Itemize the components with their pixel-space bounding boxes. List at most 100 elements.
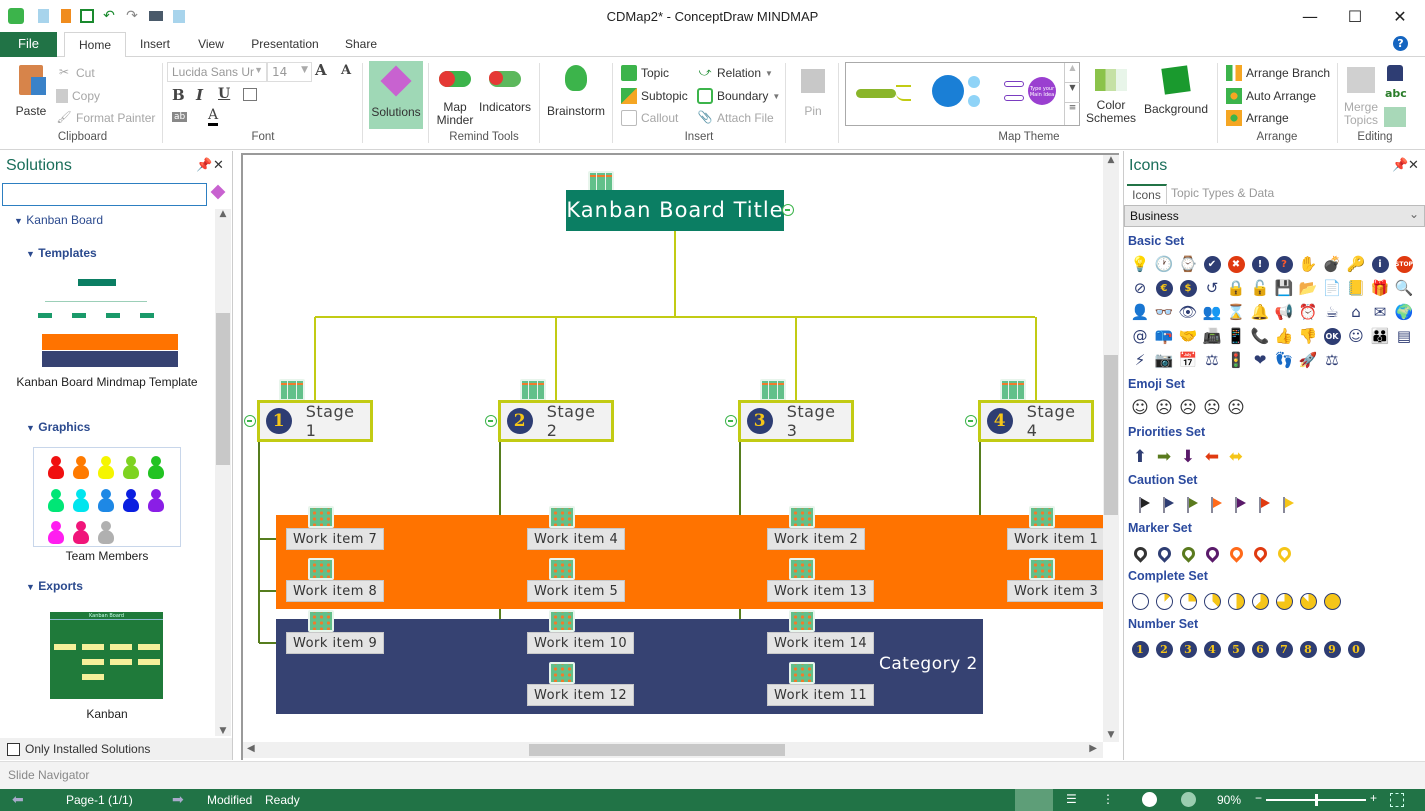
slide-navigator[interactable]: Slide Navigator xyxy=(0,761,1425,789)
work-item-icon[interactable] xyxy=(789,506,815,528)
close-button[interactable]: ✕ xyxy=(1385,4,1415,28)
emoji-icon[interactable]: ☹ xyxy=(1152,398,1176,418)
auto-arrange-button[interactable]: Auto Arrange xyxy=(1226,86,1316,106)
basic-icon[interactable]: 💾 xyxy=(1272,278,1296,298)
work-item[interactable]: Work item 1 xyxy=(1007,528,1106,550)
gallery-up-icon[interactable]: ▲ xyxy=(1065,63,1080,83)
stage-topic[interactable]: 1 Stage 1 xyxy=(257,400,373,442)
tree-view-icon[interactable]: ⋮ xyxy=(1102,792,1114,806)
basic-icon[interactable]: 📒 xyxy=(1344,278,1368,298)
mindmap-canvas[interactable]: Category 2 Kanban Board Title 1 Stage 1 Wo… xyxy=(241,153,1119,760)
basic-icon[interactable]: 🤝 xyxy=(1176,326,1200,346)
tab-icons[interactable]: Icons xyxy=(1127,184,1167,204)
pin-panel-icon[interactable]: 📌 xyxy=(1392,158,1408,173)
flag-icon[interactable] xyxy=(1248,495,1272,515)
priority-arrow-icon[interactable]: ⬇ xyxy=(1176,447,1200,467)
flag-icon[interactable] xyxy=(1128,495,1152,515)
basic-icon[interactable]: 🔍 xyxy=(1392,278,1416,298)
work-item-icon[interactable] xyxy=(789,610,815,632)
basic-icon[interactable]: ▤ xyxy=(1392,326,1416,346)
collapse-icon[interactable] xyxy=(782,204,794,216)
work-item[interactable]: Work item 10 xyxy=(527,632,635,654)
basic-icon[interactable]: ✉ xyxy=(1368,302,1392,322)
marker-icon[interactable] xyxy=(1152,543,1176,563)
background-button[interactable]: Background xyxy=(1142,59,1210,116)
tree-section-graphics[interactable]: ▼ Graphics xyxy=(26,420,90,434)
progress-icon[interactable] xyxy=(1128,591,1152,611)
category-1-boundary[interactable] xyxy=(276,515,1106,609)
basic-icon[interactable]: 📅 xyxy=(1176,350,1200,370)
number-7-icon[interactable]: 7 xyxy=(1272,639,1296,659)
work-item-icon[interactable] xyxy=(549,506,575,528)
basic-icon[interactable]: 🚦 xyxy=(1224,350,1248,370)
number-9-icon[interactable]: 9 xyxy=(1320,639,1344,659)
work-item[interactable]: Work item 8 xyxy=(286,580,385,602)
basic-icon[interactable]: ⌚ xyxy=(1176,254,1200,274)
tab-insert[interactable]: Insert xyxy=(132,32,178,57)
progress-icon[interactable] xyxy=(1272,591,1296,611)
basic-icon[interactable]: 🚀 xyxy=(1296,350,1320,370)
tab-topic-types-data[interactable]: Topic Types & Data xyxy=(1171,186,1274,200)
number-5-icon[interactable]: 5 xyxy=(1224,639,1248,659)
work-item[interactable]: Work item 14 xyxy=(767,632,875,654)
basic-icon[interactable]: 📠 xyxy=(1200,326,1224,346)
collapse-icon[interactable] xyxy=(725,415,737,427)
basic-icon[interactable]: 👓 xyxy=(1152,302,1176,322)
gallery-more-icon[interactable]: ≡ xyxy=(1065,103,1080,123)
theme-3-thumb[interactable]: Type your Main Idea xyxy=(1028,77,1056,105)
mindmap-view-button[interactable] xyxy=(1015,789,1053,811)
number-0-icon[interactable]: 0 xyxy=(1344,639,1368,659)
basic-icon[interactable]: € xyxy=(1152,278,1176,298)
progress-icon[interactable] xyxy=(1296,591,1320,611)
font-color-button[interactable]: A xyxy=(208,108,219,126)
status-indicator-icon[interactable] xyxy=(1181,792,1196,807)
relation-button[interactable]: ⤻ Relation ▼ xyxy=(697,63,773,83)
basic-icon[interactable]: 📂 xyxy=(1296,278,1320,298)
work-item-icon[interactable] xyxy=(308,558,334,580)
fit-page-icon[interactable] xyxy=(1390,793,1404,807)
gallery-down-icon[interactable]: ▼ xyxy=(1065,83,1080,103)
flag-icon[interactable] xyxy=(1224,495,1248,515)
gallery-scroll[interactable]: ▲ ▼ ≡ xyxy=(1064,63,1080,125)
emoji-icon[interactable]: ☺ xyxy=(1128,398,1152,418)
progress-icon[interactable] xyxy=(1248,591,1272,611)
callout-button[interactable]: Callout xyxy=(621,108,678,128)
work-item-icon[interactable] xyxy=(308,506,334,528)
work-item-icon[interactable] xyxy=(789,662,815,684)
number-6-icon[interactable]: 6 xyxy=(1248,639,1272,659)
solutions-search-input[interactable] xyxy=(2,183,207,206)
priority-arrow-icon[interactable]: ⬌ xyxy=(1224,447,1248,467)
stage-topic[interactable]: 4 Stage 4 xyxy=(978,400,1094,442)
basic-icon[interactable]: ⚡ xyxy=(1128,350,1152,370)
emoji-icon[interactable]: ☹ xyxy=(1224,398,1248,418)
table-icon[interactable] xyxy=(760,379,786,401)
theme-1-thumb[interactable] xyxy=(856,89,896,98)
basic-icon[interactable]: ! xyxy=(1248,254,1272,274)
progress-icon[interactable] xyxy=(1320,591,1344,611)
cut-button[interactable]: ✂ Cut xyxy=(56,63,95,83)
work-item[interactable]: Work item 5 xyxy=(527,580,626,602)
merge-topics-button[interactable]: Merge Topics xyxy=(1341,59,1381,127)
basic-icon[interactable]: ↺ xyxy=(1200,278,1224,298)
tree-section-exports[interactable]: ▼ Exports xyxy=(26,579,83,593)
icon-library-select[interactable]: Business ⌄ xyxy=(1124,205,1425,227)
basic-icon[interactable]: ✔ xyxy=(1200,254,1224,274)
font-size-select[interactable]: 14 ▼ xyxy=(267,62,312,82)
basic-icon[interactable]: 👥 xyxy=(1200,302,1224,322)
kanban-export-thumbnail[interactable]: Kanban Board xyxy=(50,612,163,699)
work-item[interactable]: Work item 2 xyxy=(767,528,866,550)
canvas-horizontal-scrollbar[interactable]: ◀ ▶ xyxy=(243,742,1103,758)
grow-font-button[interactable]: A xyxy=(315,61,327,79)
basic-icon[interactable]: 📱 xyxy=(1224,326,1248,346)
collapse-icon[interactable] xyxy=(965,415,977,427)
indicators-button[interactable]: Indicators xyxy=(477,59,533,114)
color-schemes-button[interactable]: Color Schemes xyxy=(1083,59,1139,125)
scroll-left-icon[interactable]: ◀ xyxy=(247,743,255,754)
emoji-icon[interactable]: ☹ xyxy=(1200,398,1224,418)
work-item[interactable]: Work item 7 xyxy=(286,528,385,550)
topic-button[interactable]: Topic xyxy=(621,63,669,83)
basic-icon[interactable]: 🎁 xyxy=(1368,278,1392,298)
flag-icon[interactable] xyxy=(1152,495,1176,515)
marker-icon[interactable] xyxy=(1200,543,1224,563)
arrange-branch-button[interactable]: Arrange Branch xyxy=(1226,63,1330,83)
